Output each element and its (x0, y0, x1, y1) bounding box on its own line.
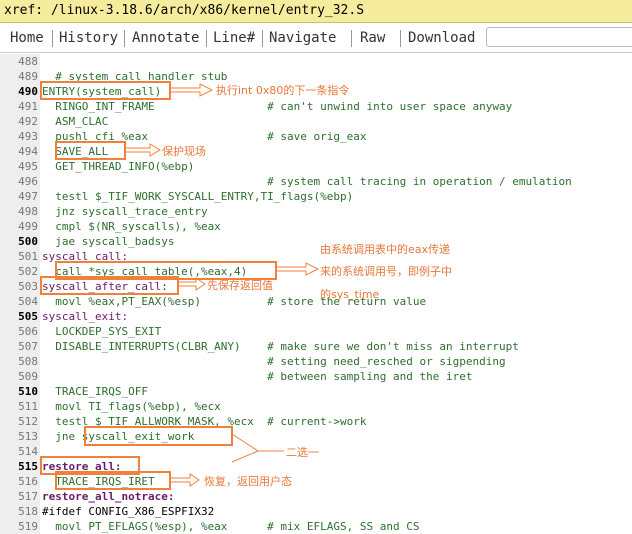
nav-divider (52, 30, 53, 47)
annotation-save-return: 先保存返回值 (207, 279, 273, 292)
nav-divider (124, 30, 125, 47)
nav-history[interactable]: History (59, 30, 118, 46)
nav-download[interactable]: Download (408, 30, 475, 46)
nav-divider (400, 30, 401, 47)
xref-path-bar: xref: /linux-3.18.6/arch/x86/kernel/entr… (0, 0, 632, 23)
nav-divider (206, 30, 207, 47)
nav-navigate[interactable]: Navigate (269, 30, 336, 46)
nav-divider (351, 30, 352, 47)
annotation-choose-one: 二选一 (286, 446, 319, 459)
nav-raw[interactable]: Raw (360, 30, 385, 46)
nav-bar: Home History Annotate Line# Navigate Raw… (0, 24, 632, 53)
source-code-view: 488 489 # system_call handler stub 490 ENTR… (0, 54, 632, 534)
nav-divider (262, 30, 263, 47)
nav-line-number[interactable]: Line# (213, 30, 255, 46)
annotation-save-context: 保护现场 (162, 145, 206, 158)
annotation-syscall-table-3: 的sys_time (320, 288, 380, 301)
nav-home[interactable]: Home (10, 30, 44, 46)
xref-path: xref: /linux-3.18.6/arch/x86/kernel/entr… (4, 3, 365, 18)
search-input[interactable] (486, 27, 632, 47)
annotation-syscall-table-2: 来的系统调用号，即例子中 (320, 265, 452, 278)
annotation-syscall-table-1: 由系统调用表中的eax传递 (320, 243, 451, 256)
annotation-restore-user: 恢复，返回用户态 (204, 475, 292, 488)
nav-annotate[interactable]: Annotate (132, 30, 199, 46)
annotation-next-instruction: 执行int 0x80的下一条指令 (216, 84, 350, 97)
annotation-arrows (124, 83, 320, 487)
